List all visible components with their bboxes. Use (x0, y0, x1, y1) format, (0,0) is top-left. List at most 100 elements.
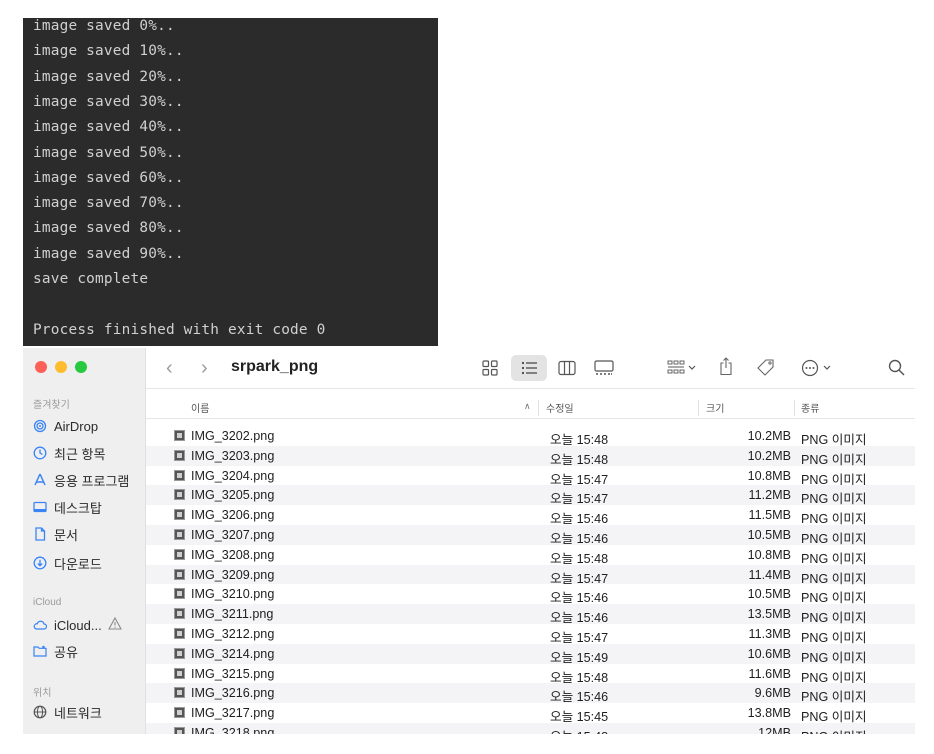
file-name: IMG_3202.png (191, 429, 275, 443)
terminal-output: image saved 0%.. image saved 10%.. image… (23, 18, 438, 346)
file-row[interactable]: IMG_3211.png 오늘 15:46 13.5MB PNG 이미지 (146, 604, 915, 625)
file-row[interactable]: IMG_3205.png 오늘 15:47 11.2MB PNG 이미지 (146, 485, 915, 506)
column-divider[interactable] (698, 400, 699, 416)
file-name: IMG_3214.png (191, 646, 275, 661)
image-thumbnail-icon (174, 528, 185, 540)
file-row[interactable]: IMG_3202.png 오늘 15:48 10.2MB PNG 이미지 (146, 426, 915, 447)
minimize-window-button[interactable] (55, 361, 67, 373)
share-icon[interactable] (719, 357, 733, 376)
terminal-line: image saved 10%.. (33, 43, 184, 60)
file-row[interactable]: IMG_3206.png 오늘 15:46 11.5MB PNG 이미지 (146, 505, 915, 526)
file-name: IMG_3206.png (191, 508, 275, 523)
airdrop-icon (33, 419, 47, 433)
gallery-view-button[interactable] (594, 360, 614, 376)
image-thumbnail-icon (174, 489, 185, 501)
more-actions-button[interactable] (801, 359, 837, 377)
column-name-header[interactable]: 이름 (191, 400, 209, 415)
column-view-button[interactable] (558, 360, 576, 376)
sidebar-section-icloud: iCloud (33, 597, 62, 608)
sidebar-item-documents[interactable]: 문서 (33, 524, 78, 544)
sidebar-section-favorites: 즐겨찾기 (33, 400, 70, 411)
sidebar-item-label: 문서 (54, 527, 78, 543)
file-row[interactable]: IMG_3208.png 오늘 15:48 10.8MB PNG 이미지 (146, 545, 915, 566)
file-size: 10.2MB (747, 429, 791, 443)
terminal-line: save complete (33, 271, 149, 287)
sidebar-item-recents[interactable]: 최근 항목 (33, 443, 105, 463)
file-size: 13.5MB (747, 607, 791, 622)
toolbar: ‹ › srpark_png (146, 348, 915, 389)
file-name: IMG_3215.png (191, 666, 275, 681)
terminal-line: image saved 0%.. (33, 18, 175, 34)
sidebar-item-label: 데스크탑 (54, 500, 102, 516)
sidebar-item-icloud-drive[interactable]: iCloud... (33, 615, 122, 635)
file-row[interactable]: IMG_3215.png 오늘 15:48 11.6MB PNG 이미지 (146, 664, 915, 685)
terminal-line: image saved 80%.. (33, 220, 184, 237)
file-row[interactable]: IMG_3217.png 오늘 15:45 13.8MB PNG 이미지 (146, 703, 915, 724)
file-row[interactable]: IMG_3203.png 오늘 15:48 10.2MB PNG 이미지 (146, 445, 915, 467)
warning-icon (107, 616, 122, 633)
column-divider[interactable] (538, 400, 539, 416)
file-size: 10.8MB (747, 468, 791, 483)
zoom-window-button[interactable] (75, 361, 87, 373)
image-thumbnail-icon (174, 509, 185, 521)
tag-icon[interactable] (756, 358, 776, 376)
column-size-header[interactable]: 크기 (706, 400, 724, 415)
sidebar-item-applications[interactable]: 응용 프로그램 (33, 470, 129, 490)
file-kind: PNG 이미지 (801, 726, 867, 734)
terminal-line: image saved 70%.. (33, 195, 184, 212)
terminal-line: image saved 20%.. (33, 68, 184, 85)
file-name: IMG_3211.png (191, 607, 274, 622)
applications-icon (33, 473, 47, 487)
list-view-button[interactable] (521, 360, 538, 376)
file-name: IMG_3209.png (191, 567, 275, 582)
desktop-icon (33, 500, 47, 514)
file-name: IMG_3208.png (191, 547, 275, 562)
file-row[interactable]: IMG_3207.png 오늘 15:46 10.5MB PNG 이미지 (146, 524, 915, 546)
sidebar-item-airdrop[interactable]: AirDrop (33, 416, 98, 436)
finder-window: 즐겨찾기 AirDrop 최근 항목 응용 프로그램 데스크탑 문서 다운로드 … (23, 348, 915, 734)
sidebar-item-downloads[interactable]: 다운로드 (33, 553, 102, 573)
folder-title: srpark_png (231, 358, 319, 375)
terminal-line: image saved 30%.. (33, 93, 184, 110)
sidebar-section-locations: 위치 (33, 688, 52, 699)
sidebar-item-shared[interactable]: 공유 (33, 641, 78, 661)
back-button[interactable]: ‹ (166, 358, 173, 378)
cloud-icon (33, 618, 47, 632)
file-size: 11.4MB (748, 567, 791, 582)
file-row[interactable]: IMG_3216.png 오늘 15:46 9.6MB PNG 이미지 (146, 683, 915, 704)
file-row[interactable]: IMG_3209.png 오늘 15:47 11.4MB PNG 이미지 (146, 564, 915, 586)
file-size: 10.5MB (747, 527, 791, 542)
image-thumbnail-icon (174, 687, 185, 699)
file-size: 11.3MB (748, 626, 791, 641)
forward-button[interactable]: › (201, 358, 208, 378)
sidebar: 즐겨찾기 AirDrop 최근 항목 응용 프로그램 데스크탑 문서 다운로드 … (23, 348, 146, 734)
column-date-header[interactable]: 수정일 (546, 400, 574, 415)
column-kind-header[interactable]: 종류 (801, 400, 819, 415)
file-size: 11.5MB (748, 508, 791, 523)
icon-view-button[interactable] (482, 360, 498, 376)
column-divider[interactable] (794, 400, 795, 416)
file-name: IMG_3210.png (191, 587, 275, 602)
file-size: 10.8MB (747, 547, 791, 562)
sidebar-item-desktop[interactable]: 데스크탑 (33, 497, 102, 517)
sidebar-item-label: 응용 프로그램 (54, 473, 130, 489)
document-icon (33, 527, 47, 541)
file-size: 10.6MB (747, 646, 791, 661)
close-window-button[interactable] (35, 361, 47, 373)
file-row[interactable]: IMG_3214.png 오늘 15:49 10.6MB PNG 이미지 (146, 643, 915, 665)
group-by-button[interactable] (667, 360, 699, 376)
file-size: 9.6MB (754, 686, 791, 701)
search-icon[interactable] (888, 359, 905, 376)
file-row[interactable]: IMG_3204.png 오늘 15:47 10.8MB PNG 이미지 (146, 466, 915, 487)
sidebar-item-network[interactable]: 네트워크 (33, 702, 102, 722)
sort-ascending-icon: ∧ (524, 401, 531, 411)
image-thumbnail-icon (174, 608, 185, 620)
file-size: 13.8MB (747, 706, 791, 721)
image-thumbnail-icon (174, 588, 185, 600)
file-row[interactable]: IMG_3212.png 오늘 15:47 11.3MB PNG 이미지 (146, 624, 915, 645)
file-name: IMG_3207.png (191, 527, 275, 542)
file-size: 10.2MB (747, 448, 791, 463)
file-row[interactable]: IMG_3210.png 오늘 15:46 10.5MB PNG 이미지 (146, 584, 915, 605)
file-row[interactable]: IMG_3218.png 오늘 15:48 12MB PNG 이미지 (146, 722, 915, 734)
network-icon (33, 705, 47, 719)
